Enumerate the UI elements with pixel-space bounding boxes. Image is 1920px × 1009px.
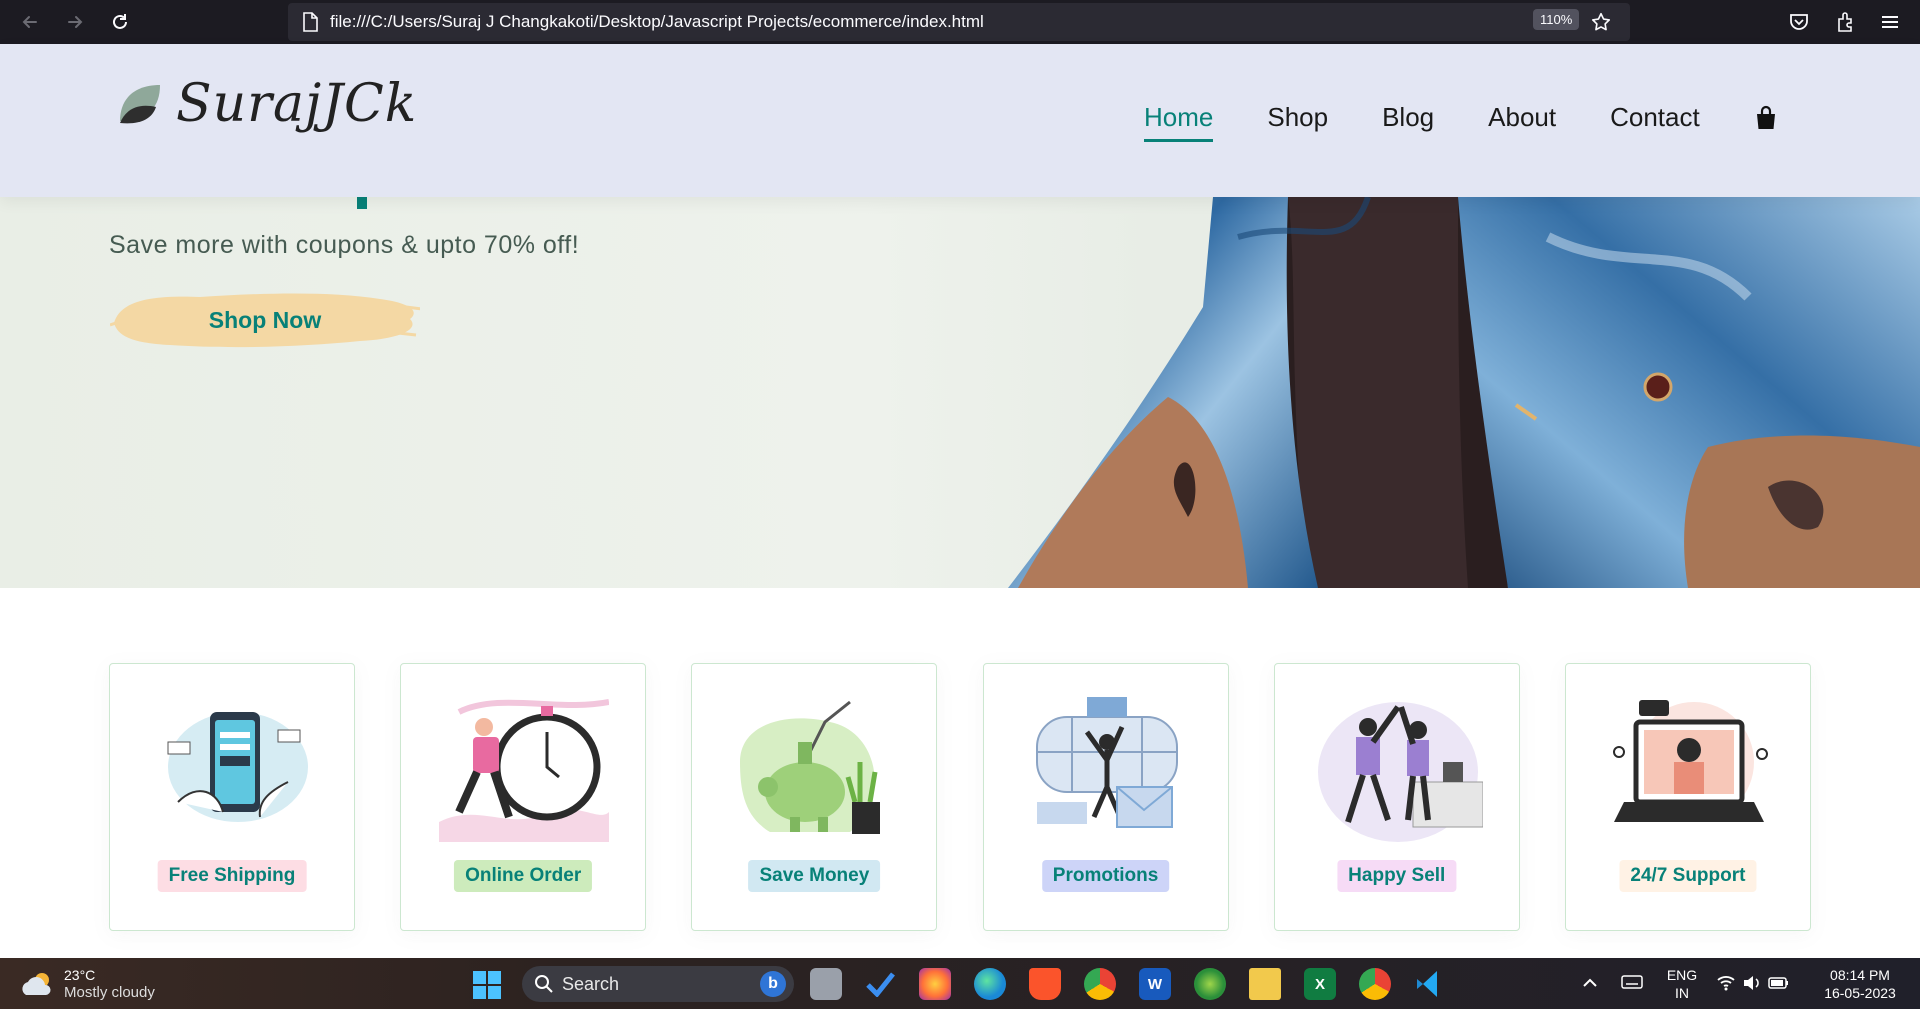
features-section: Free Shipping Online Order Save Money Pr… — [109, 663, 1811, 931]
cloudy-weather-icon — [22, 973, 51, 995]
nav-blog[interactable]: Blog — [1382, 102, 1434, 133]
hero-heading-fragment — [357, 197, 367, 209]
brave-icon[interactable] — [1029, 968, 1061, 1000]
language-code: ENG — [1666, 967, 1698, 983]
promotion-gift-illustration — [1035, 697, 1178, 828]
hero-subtitle: Save more with coupons & upto 70% off! — [109, 231, 580, 259]
shopping-bag-icon[interactable] — [1754, 105, 1778, 131]
feature-card: 24/7 Support — [1564, 663, 1811, 931]
todo-app-icon[interactable] — [864, 968, 896, 1000]
language-indicator[interactable]: ENG IN — [1662, 966, 1702, 1002]
phone-payment-illustration — [167, 712, 308, 822]
high-five-illustration — [1317, 702, 1483, 842]
feature-card: Free Shipping — [109, 663, 355, 931]
edge-icon[interactable] — [974, 968, 1006, 1000]
weather-temperature: 23°C — [64, 967, 96, 983]
browser-toolbar: file:///C:/Users/Suraj J Changkakoti/Des… — [0, 0, 1920, 44]
feature-card: Online Order — [400, 663, 647, 931]
windows-start-icon[interactable] — [472, 970, 502, 1004]
site-header: SurajJCk Home Shop Blog About Contact — [0, 44, 1920, 197]
chrome-profile-icon[interactable] — [1359, 968, 1391, 1000]
weather-widget[interactable]: 23°C Mostly cloudy — [20, 966, 155, 1002]
shop-now-button[interactable]: Shop Now — [110, 289, 420, 351]
url-text: file:///C:/Users/Suraj J Changkakoti/Des… — [330, 12, 984, 31]
windows-taskbar: 23°C Mostly cloudy Search b W X ENG IN 0… — [0, 958, 1920, 1009]
nav-home[interactable]: Home — [1144, 102, 1214, 142]
wifi-icon[interactable] — [1716, 974, 1736, 992]
bing-icon[interactable]: b — [760, 971, 786, 997]
feature-card: Save Money — [691, 663, 938, 931]
clock[interactable]: 08:14 PM 16-05-2023 — [1810, 966, 1910, 1002]
page-icon — [303, 12, 318, 32]
excel-icon[interactable]: X — [1304, 968, 1336, 1000]
feature-label: Free Shipping — [157, 860, 307, 892]
clock-date: 16-05-2023 — [1824, 985, 1896, 1001]
bookmark-star-icon[interactable] — [1590, 11, 1612, 33]
task-view-icon[interactable] — [810, 968, 842, 1000]
nav-shop[interactable]: Shop — [1267, 102, 1328, 133]
logo[interactable]: SurajJCk — [116, 74, 417, 134]
pocket-icon[interactable] — [1787, 10, 1811, 34]
keyboard-icon[interactable] — [1621, 974, 1643, 990]
menu-icon[interactable] — [1878, 10, 1902, 34]
word-icon[interactable]: W — [1139, 968, 1171, 1000]
battery-icon[interactable] — [1768, 975, 1790, 991]
extensions-icon[interactable] — [1833, 10, 1857, 34]
back-icon[interactable] — [14, 6, 46, 38]
laptop-support-illustration — [1612, 700, 1768, 822]
volume-icon[interactable] — [1742, 974, 1762, 992]
forward-icon[interactable] — [59, 6, 91, 38]
feature-card: Promotions — [982, 663, 1229, 931]
search-label: Search — [562, 973, 620, 994]
feature-label: Happy Sell — [1337, 860, 1457, 892]
feature-label: Save Money — [748, 860, 881, 892]
chrome-icon[interactable] — [1084, 968, 1116, 1000]
feature-label: Promotions — [1041, 860, 1170, 892]
chevron-up-icon[interactable] — [1582, 976, 1598, 988]
stopwatch-runner-illustration — [439, 699, 610, 842]
zoom-level-badge[interactable]: 110% — [1533, 9, 1580, 30]
feature-label: Online Order — [454, 860, 593, 892]
region-code: IN — [1675, 985, 1689, 1001]
feature-card: Happy Sell — [1273, 663, 1520, 931]
weather-description: Mostly cloudy — [64, 984, 155, 1001]
shop-now-label: Shop Now — [208, 306, 322, 333]
leaf-logo-icon — [120, 85, 160, 124]
nav-contact[interactable]: Contact — [1610, 102, 1700, 133]
nav-about[interactable]: About — [1488, 102, 1556, 133]
clock-time: 08:14 PM — [1830, 967, 1890, 983]
hero-model-image — [1008, 197, 1920, 588]
feature-label: 24/7 Support — [1619, 860, 1757, 892]
piggy-bank-illustration — [740, 700, 881, 834]
hero-section: Save more with coupons & upto 70% off! S… — [0, 197, 1920, 588]
file-explorer-icon[interactable] — [1249, 968, 1281, 1000]
network-app-icon[interactable] — [1194, 968, 1226, 1000]
logo-text: SurajJCk — [176, 74, 418, 134]
address-bar[interactable]: file:///C:/Users/Suraj J Changkakoti/Des… — [288, 3, 1630, 41]
firefox-icon[interactable] — [919, 968, 951, 1000]
main-nav: Home Shop Blog About Contact — [1144, 102, 1778, 142]
taskbar-search[interactable]: Search b — [522, 966, 794, 1002]
reload-icon[interactable] — [104, 6, 136, 38]
search-icon — [535, 975, 553, 993]
vscode-icon[interactable] — [1414, 968, 1446, 1000]
